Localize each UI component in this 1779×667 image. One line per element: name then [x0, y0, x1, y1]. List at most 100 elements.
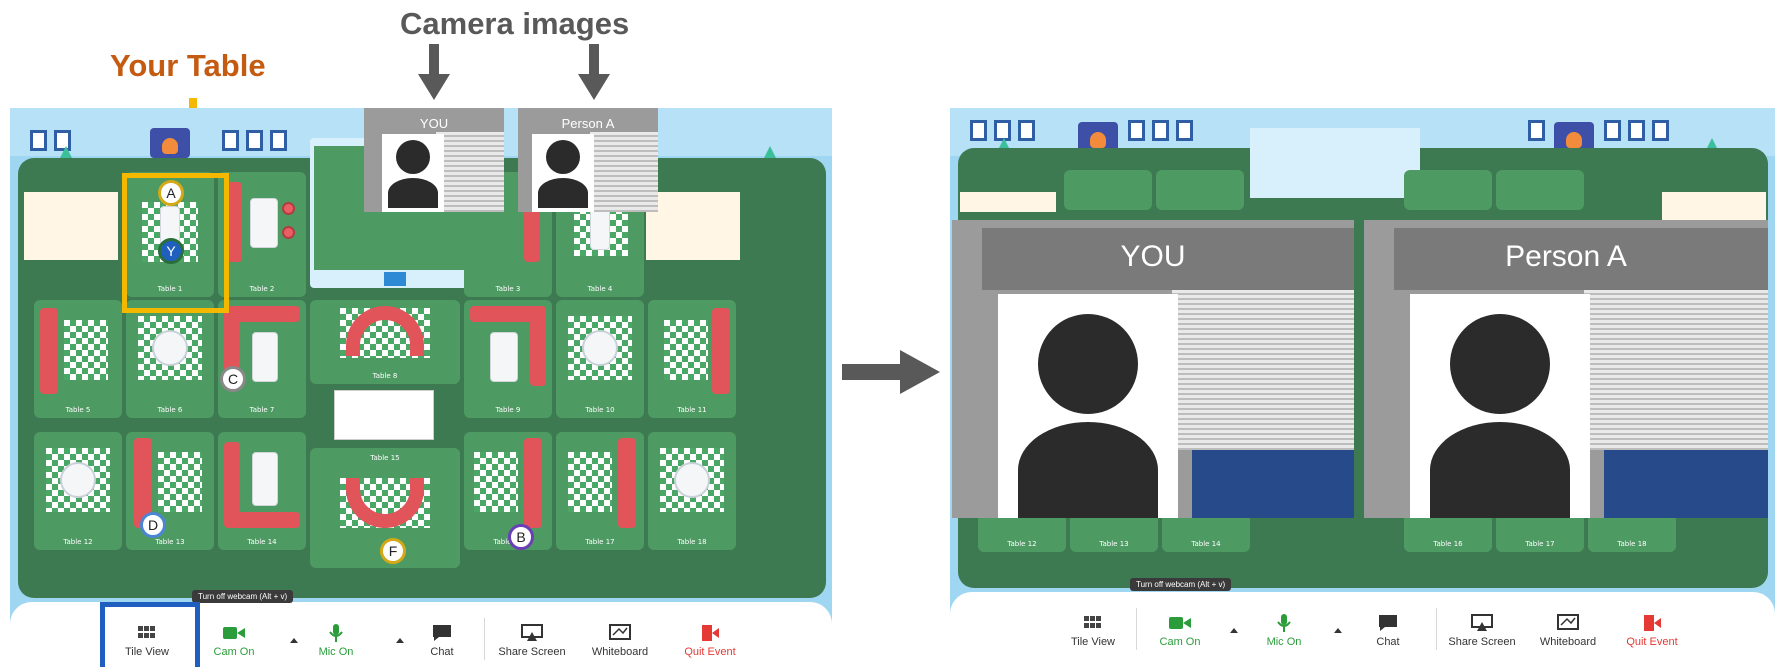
table-16[interactable]: Table 16 — [1404, 514, 1492, 552]
mic-options-caret[interactable] — [396, 638, 404, 643]
toolbar-separator — [484, 618, 485, 660]
tile-view-label: Tile View — [1070, 636, 1116, 648]
participant-b[interactable]: B — [508, 524, 534, 550]
mic-on-button[interactable]: Mic On — [306, 624, 366, 658]
cam-on-button[interactable]: Cam On — [1150, 614, 1210, 648]
table-14[interactable]: Table 14 — [1162, 514, 1250, 552]
tile-view-button[interactable]: Tile View — [1058, 614, 1128, 648]
whiteboard-label: Whiteboard — [1539, 636, 1597, 648]
table-label: Table 6 — [157, 406, 183, 414]
whiteboard-icon — [1557, 614, 1579, 630]
cam-on-button[interactable]: Cam On — [204, 624, 264, 658]
avatar — [532, 134, 594, 212]
video-camera-icon — [1169, 617, 1191, 629]
window — [30, 130, 47, 151]
camera-name: Person A — [1505, 240, 1627, 273]
table-label: Table 15 — [370, 454, 400, 462]
table-12[interactable]: Table 12 — [978, 514, 1066, 552]
video-camera-icon — [223, 627, 245, 639]
table-17[interactable]: Table 17 — [556, 432, 644, 550]
camera-tile-person-a[interactable]: Person A — [1364, 220, 1768, 518]
window — [1628, 120, 1645, 141]
participant-d[interactable]: D — [140, 512, 166, 538]
table-label: Table 10 — [585, 406, 615, 414]
participant-c[interactable]: C — [220, 366, 246, 392]
table-9[interactable]: Table 9 — [464, 300, 552, 418]
blank-panel — [24, 192, 118, 260]
microphone-icon — [1277, 614, 1291, 632]
table-label: Table 11 — [677, 406, 707, 414]
whiteboard-panel — [334, 390, 434, 440]
table-8[interactable]: Table 8 — [310, 300, 460, 384]
webcam-tooltip: Turn off webcam (Alt + v) — [1130, 578, 1232, 591]
table-2[interactable]: Table 2 — [218, 172, 306, 297]
table-label: Table 13 — [1099, 540, 1129, 548]
table-label: Table 9 — [495, 406, 521, 414]
cam-options-caret[interactable] — [1230, 628, 1238, 633]
share-screen-button[interactable]: Share Screen — [492, 624, 572, 658]
table-label: Table 12 — [63, 538, 93, 546]
blank-panel — [646, 192, 740, 260]
table-label: Table 16 — [1433, 540, 1463, 548]
camera-tile-you-small[interactable]: YOU — [364, 108, 504, 212]
window — [1152, 120, 1169, 141]
table-13[interactable]: Table 13 — [126, 432, 214, 550]
whiteboard-button[interactable]: Whiteboard — [580, 624, 660, 658]
mic-on-label: Mic On — [318, 646, 354, 658]
share-screen-label: Share Screen — [498, 646, 566, 658]
share-screen-label: Share Screen — [1448, 636, 1516, 648]
table-14[interactable]: Table 14 — [218, 432, 306, 550]
table-label: Table 3 — [495, 285, 521, 293]
table-label: Table 13 — [155, 538, 185, 546]
camera-tile-you[interactable]: YOU — [952, 220, 1354, 518]
mic-on-button[interactable]: Mic On — [1254, 614, 1314, 648]
table-6[interactable]: Table 6 — [126, 300, 214, 418]
table-5[interactable]: Table 5 — [34, 300, 122, 418]
chat-button[interactable]: Chat — [412, 624, 472, 658]
mic-options-caret[interactable] — [1334, 628, 1342, 633]
table-18[interactable]: Table 18 — [648, 432, 736, 550]
table-18[interactable]: Table 18 — [1588, 514, 1676, 552]
quit-event-label: Quit Event — [1626, 636, 1678, 648]
share-screen-icon — [1471, 614, 1493, 631]
toolbar-separator — [1136, 608, 1137, 650]
quit-event-button[interactable]: Quit Event — [670, 624, 750, 658]
participant-f[interactable]: F — [380, 538, 406, 564]
webcam-tooltip: Turn off webcam (Alt + v) — [192, 590, 294, 603]
blank-panel — [960, 192, 1056, 212]
avatar — [382, 134, 444, 212]
whiteboard-icon — [609, 624, 631, 640]
camera-name: YOU — [1120, 240, 1186, 273]
share-screen-button[interactable]: Share Screen — [1442, 614, 1522, 648]
arrow-down-icon — [418, 44, 450, 100]
table-label: Table 17 — [585, 538, 615, 546]
table-12[interactable]: Table 12 — [34, 432, 122, 550]
table-13[interactable]: Table 13 — [1070, 514, 1158, 552]
table-label: Table 7 — [249, 406, 275, 414]
window — [1528, 120, 1545, 141]
your-table-annotation: Your Table — [110, 48, 266, 83]
camera-name: Person A — [561, 116, 615, 131]
table-label: Table 8 — [372, 372, 398, 380]
table-11[interactable]: Table 11 — [648, 300, 736, 418]
chat-label: Chat — [430, 646, 454, 658]
chat-bubble-icon — [433, 625, 451, 641]
cam-options-caret[interactable] — [290, 638, 298, 643]
window — [270, 130, 287, 151]
quit-event-button[interactable]: Quit Event — [1612, 614, 1692, 648]
table-10[interactable]: Table 10 — [556, 300, 644, 418]
window — [246, 130, 263, 151]
camera-tile-person-a-small[interactable]: Person A — [518, 108, 658, 212]
share-screen-icon — [521, 624, 543, 641]
table-7[interactable]: Table 7 — [218, 300, 306, 418]
stage-room — [1250, 128, 1420, 198]
arrow-down-icon — [578, 44, 610, 100]
window — [1652, 120, 1669, 141]
chat-button[interactable]: Chat — [1358, 614, 1418, 648]
chat-bubble-icon — [1379, 615, 1397, 631]
table-17[interactable]: Table 17 — [1496, 514, 1584, 552]
table-label: Table 18 — [1617, 540, 1647, 548]
whiteboard-button[interactable]: Whiteboard — [1528, 614, 1608, 648]
fireplace — [150, 128, 190, 158]
table-top-2 — [1156, 170, 1244, 210]
